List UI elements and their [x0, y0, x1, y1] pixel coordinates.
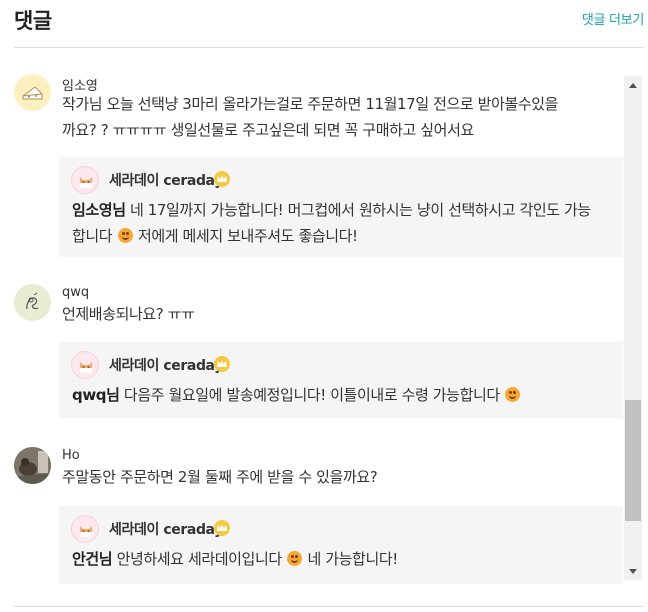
scrollbar-thumb[interactable]	[625, 400, 641, 521]
reply-text: qwq님 다음주 월요일에 발송예정입니다! 이틀이내로 수령 가능합니다	[72, 382, 612, 408]
comment-item: qwq 언제배송되나요? ㅠㅠ 세라데이 ceraday qwq님 다음주 월요…	[0, 282, 624, 466]
comment-scrollbar[interactable]	[624, 76, 642, 580]
comment-line: 언제배송되나요? ㅠㅠ	[62, 305, 195, 323]
reply-author[interactable]: 세라데이 ceraday	[109, 170, 223, 190]
comments-header: 댓글 댓글 더보기	[14, 0, 644, 48]
cat-shop-avatar-icon[interactable]	[71, 166, 99, 194]
comment-author[interactable]: qwq	[62, 285, 89, 300]
reply-line-text: 저에게 메세지 보내주셔도 좋습니다!	[133, 227, 358, 245]
reply-line: 임소영님 네 17일까지 가능합니다! 머그컵에서 원하시는 냥이 선택하시고 …	[72, 197, 612, 223]
cheese-avatar-icon[interactable]	[14, 74, 51, 111]
cat-shop-avatar-icon[interactable]	[71, 515, 99, 543]
crown-badge-icon	[214, 520, 230, 536]
comment-text: 언제배송되나요? ㅠㅠ	[62, 301, 582, 327]
mention: 안건님	[72, 550, 113, 568]
comment-item: Ho 주말동안 주문하면 2월 둘째 주에 받을 수 있을까요? 세라데이 ce…	[0, 447, 624, 584]
mention: 임소영님	[72, 201, 126, 219]
seller-reply: 세라데이 ceraday 임소영님 네 17일까지 가능합니다! 머그컵에서 원…	[59, 157, 623, 257]
smile-emoji-icon	[287, 551, 303, 566]
smile-emoji-icon	[117, 228, 133, 243]
smile-emoji-icon	[505, 387, 521, 402]
mention: qwq님	[72, 386, 120, 404]
comment-item: 임소영 작가님 오늘 선택냥 3마리 올라가는걸로 주문하면 11월17일 전으…	[0, 48, 624, 258]
sketch-avatar-icon[interactable]	[14, 284, 51, 321]
seller-reply: 세라데이 ceraday 안건님 안녕하세요 세라데이입니다 네 가능합니다!	[59, 506, 623, 584]
reply-line-text: 합니다	[72, 227, 117, 245]
comment-line: 주말동안 주문하면 2월 둘째 주에 받을 수 있을까요?	[62, 468, 378, 486]
reply-line-text: 네 17일까지 가능합니다! 머그컵에서 원하시는 냥이 선택하시고 각인도 가…	[125, 201, 591, 219]
cat-shop-avatar-icon[interactable]	[71, 351, 99, 379]
reply-line-text: 네 가능합니다!	[303, 550, 398, 568]
comment-author[interactable]: Ho	[62, 448, 80, 463]
crown-badge-icon	[214, 356, 230, 372]
reply-text: 안건님 안녕하세요 세라데이입니다 네 가능합니다!	[72, 546, 612, 572]
section-title: 댓글	[14, 9, 52, 33]
reply-line: 합니다 저에게 메세지 보내주셔도 좋습니다!	[72, 223, 612, 249]
seller-reply: 세라데이 ceraday qwq님 다음주 월요일에 발송예정입니다! 이틀이내…	[59, 342, 623, 418]
scroll-down-arrow-icon[interactable]	[624, 562, 642, 580]
reply-text: 임소영님 네 17일까지 가능합니다! 머그컵에서 원하시는 냥이 선택하시고 …	[72, 197, 612, 249]
reply-line: qwq님 다음주 월요일에 발송예정입니다! 이틀이내로 수령 가능합니다	[72, 382, 612, 408]
comment-line: 까요? ? ㅠㅠㅠㅠ 생일선물로 주고싶은데 되면 꼭 구매하고 싶어서요	[62, 121, 474, 139]
comment-text: 주말동안 주문하면 2월 둘째 주에 받을 수 있을까요?	[62, 464, 582, 490]
reply-line-text: 다음주 월요일에 발송예정입니다! 이틀이내로 수령 가능합니다	[119, 386, 500, 404]
reply-line-text: 안녕하세요 세라데이입니다	[112, 550, 287, 568]
comment-line: 작가님 오늘 선택냥 3마리 올라가는걸로 주문하면 11월17일 전으로 받아…	[62, 95, 559, 113]
more-comments-link[interactable]: 댓글 더보기	[582, 9, 644, 28]
comment-text: 작가님 오늘 선택냥 3마리 올라가는걸로 주문하면 11월17일 전으로 받아…	[62, 91, 582, 143]
photo-avatar[interactable]	[14, 447, 51, 484]
crown-badge-icon	[214, 171, 230, 187]
reply-author[interactable]: 세라데이 ceraday	[109, 519, 223, 539]
divider	[14, 606, 644, 607]
reply-author[interactable]: 세라데이 ceraday	[109, 355, 223, 375]
comment-list: 임소영 작가님 오늘 선택냥 3마리 올라가는걸로 주문하면 11월17일 전으…	[0, 48, 648, 584]
reply-line: 안건님 안녕하세요 세라데이입니다 네 가능합니다!	[72, 546, 612, 572]
scroll-up-arrow-icon[interactable]	[624, 76, 642, 94]
